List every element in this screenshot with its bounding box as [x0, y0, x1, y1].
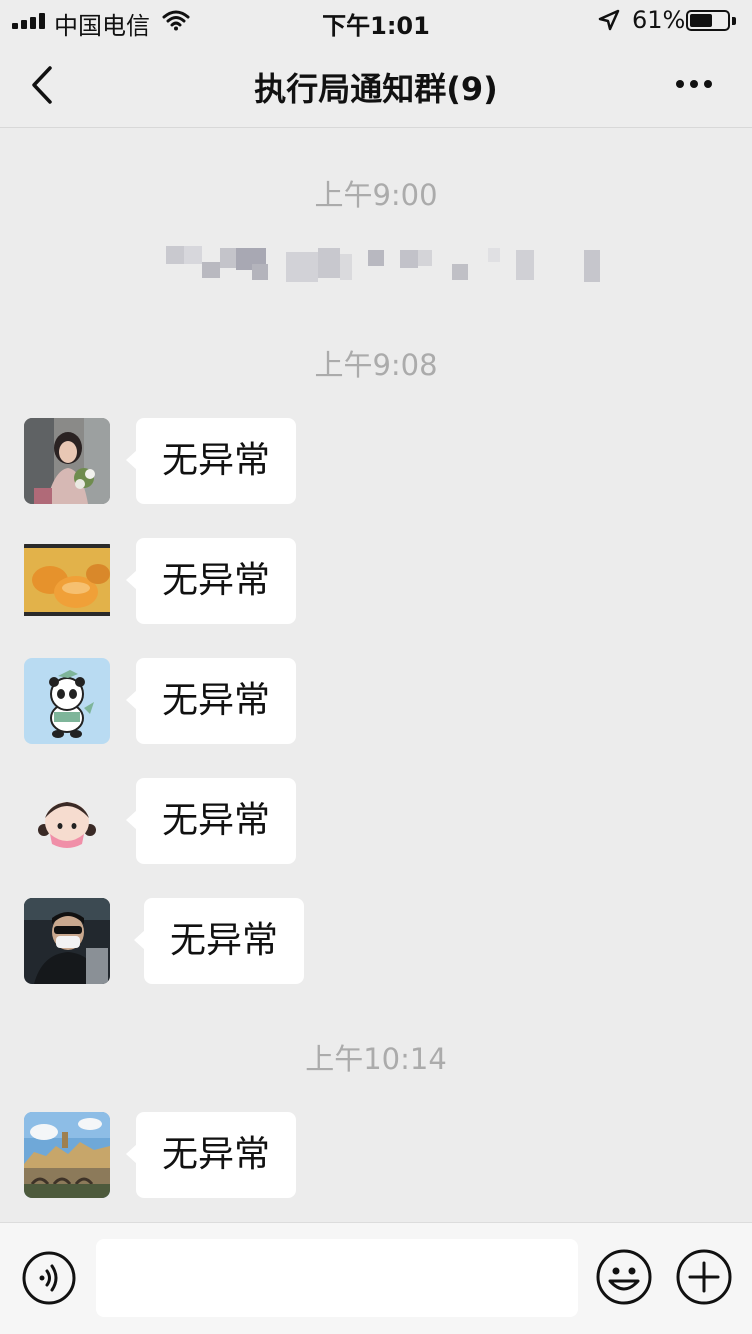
message-bubble[interactable]: 无异常: [125, 1112, 297, 1198]
message-row: 无异常: [0, 538, 752, 628]
more-dots-icon: [676, 80, 684, 88]
more-button[interactable]: [668, 68, 718, 98]
avatar[interactable]: [24, 538, 110, 624]
message-row: 无异常: [0, 1112, 752, 1202]
message-row: 无异常: [0, 898, 752, 988]
message-bubble[interactable]: 无异常: [125, 658, 297, 744]
voice-icon: [22, 1251, 76, 1305]
message-bubble[interactable]: 无异常: [125, 418, 297, 504]
plus-button[interactable]: [676, 1249, 732, 1305]
timestamp: 上午9:00: [314, 178, 438, 212]
timestamp: 上午9:08: [314, 348, 438, 382]
message-row: 无异常: [0, 658, 752, 748]
avatar[interactable]: [24, 418, 110, 504]
voice-button[interactable]: [22, 1251, 76, 1305]
avatar[interactable]: [24, 1112, 110, 1198]
input-bar: [0, 1222, 752, 1334]
message-bubble[interactable]: 无异常: [125, 538, 297, 624]
nav-bar: 执行局通知群(9): [0, 42, 752, 128]
message-row: 无异常: [0, 418, 752, 508]
status-bar: 中国电信 下午1:01 61%: [0, 0, 752, 42]
emoji-button[interactable]: [596, 1249, 652, 1305]
battery-icon: [686, 10, 730, 31]
avatar[interactable]: [24, 898, 110, 984]
message-row: 无异常: [0, 778, 752, 868]
plus-icon: [676, 1249, 732, 1305]
censored-system-message: [0, 242, 752, 294]
message-bubble[interactable]: 无异常: [125, 778, 297, 864]
avatar[interactable]: [24, 778, 110, 864]
location-arrow-icon: [598, 9, 620, 31]
battery-percent: 61%: [632, 6, 686, 34]
avatar[interactable]: [24, 658, 110, 744]
message-bubble[interactable]: 无异常: [133, 898, 305, 984]
message-input[interactable]: [96, 1239, 578, 1317]
battery-tip: [732, 17, 736, 25]
chat-title: 执行局通知群(9): [254, 70, 498, 108]
timestamp: 上午10:14: [305, 1042, 447, 1076]
battery-fill: [690, 14, 712, 27]
emoji-icon: [596, 1249, 652, 1305]
